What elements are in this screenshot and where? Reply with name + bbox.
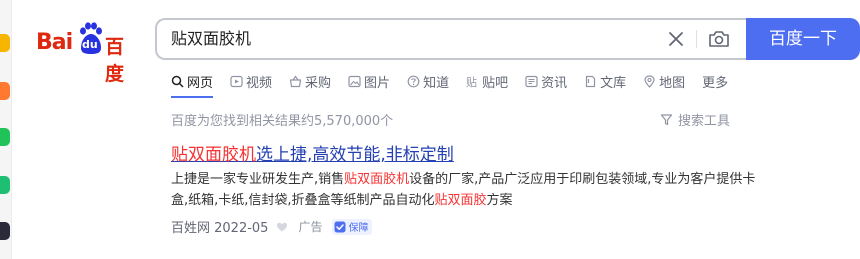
search-tabs: 网页 视频 采购 图片 知道 贴 贴吧 资讯 文库 地图 更多 bbox=[171, 70, 745, 100]
tab-web[interactable]: 网页 bbox=[171, 70, 214, 98]
logo-text-cn: 百度 bbox=[105, 36, 124, 85]
tab-zhidao[interactable]: 知道 bbox=[407, 70, 449, 92]
search-box bbox=[155, 18, 748, 60]
tieba-icon: 贴 bbox=[466, 75, 477, 88]
news-icon bbox=[525, 75, 538, 87]
logo-text-bai: Bai bbox=[36, 30, 73, 55]
image-icon bbox=[348, 75, 361, 87]
result-title-link[interactable]: 贴双面胶机选上捷,高效节能,非标定制 bbox=[171, 140, 454, 165]
tab-map[interactable]: 地图 bbox=[643, 70, 685, 92]
tab-label: 图片 bbox=[364, 75, 391, 91]
play-icon bbox=[230, 75, 243, 87]
tab-wenku[interactable]: 文库 bbox=[584, 70, 626, 92]
search-input[interactable] bbox=[171, 20, 651, 58]
tab-label: 文库 bbox=[600, 75, 627, 91]
search-tools-label: 搜索工具 bbox=[678, 114, 731, 129]
tab-purchase[interactable]: 采购 bbox=[289, 70, 331, 92]
svg-text:贴: 贴 bbox=[466, 75, 477, 88]
snippet-part: 方案 bbox=[486, 193, 513, 208]
app-icon-green[interactable] bbox=[0, 128, 10, 146]
title-rest: 选上捷,高效节能,非标定制 bbox=[256, 145, 454, 165]
tab-images[interactable]: 图片 bbox=[348, 70, 390, 92]
baidu-logo[interactable]: Bai du 百度 bbox=[36, 20, 140, 85]
tab-tieba[interactable]: 贴 贴吧 bbox=[466, 70, 508, 92]
ad-label: 广告 bbox=[298, 220, 323, 234]
snippet-highlight: 贴双面胶机 bbox=[344, 172, 410, 187]
result-meta: 百姓网 2022-05 广告 保障 bbox=[171, 217, 373, 236]
tab-label: 采购 bbox=[305, 75, 332, 91]
basket-icon bbox=[289, 74, 302, 87]
app-icon-dark[interactable] bbox=[0, 222, 10, 240]
search-icon bbox=[171, 75, 184, 88]
tab-label: 贴吧 bbox=[482, 75, 509, 91]
tab-news[interactable]: 资讯 bbox=[525, 70, 567, 92]
left-app-strip bbox=[0, 0, 12, 259]
doc-icon bbox=[586, 75, 596, 87]
app-icon-orange[interactable] bbox=[0, 82, 10, 100]
tab-label: 视频 bbox=[246, 75, 273, 91]
question-icon bbox=[407, 75, 420, 87]
app-icon-yellow[interactable] bbox=[0, 34, 10, 52]
shield-check-icon bbox=[334, 221, 346, 232]
search-tools-button[interactable]: 搜索工具 bbox=[660, 110, 730, 129]
funnel-icon bbox=[660, 114, 673, 126]
tab-label: 更多 bbox=[702, 75, 729, 91]
guarantee-badge[interactable]: 保障 bbox=[332, 218, 373, 235]
logo-text-du: du bbox=[82, 38, 98, 51]
map-pin-icon bbox=[644, 74, 655, 88]
result-count: 百度为您找到相关结果约5,570,000个 bbox=[171, 114, 394, 129]
clear-icon[interactable] bbox=[665, 28, 687, 50]
snippet-highlight: 贴双面胶 bbox=[434, 193, 487, 208]
result-snippet: 上捷是一家专业研发生产,销售贴双面胶机设备的厂家,产品广泛应用于印刷包装领域,专… bbox=[171, 169, 767, 211]
title-highlight: 贴双面胶机 bbox=[171, 145, 256, 165]
tab-label: 网页 bbox=[187, 75, 214, 91]
result-source[interactable]: 百姓网 2022-05 bbox=[171, 217, 268, 236]
heart-icon[interactable] bbox=[276, 221, 288, 233]
search-button[interactable]: 百度一下 bbox=[746, 18, 860, 60]
tab-label: 资讯 bbox=[541, 75, 568, 91]
camera-icon[interactable] bbox=[707, 27, 731, 51]
tab-label: 地图 bbox=[659, 75, 686, 91]
tab-label: 知道 bbox=[423, 75, 450, 91]
tab-video[interactable]: 视频 bbox=[230, 70, 272, 92]
snippet-part: 上捷是一家专业研发生产,销售 bbox=[171, 172, 345, 187]
app-icon-teal[interactable] bbox=[0, 176, 10, 194]
guarantee-label: 保障 bbox=[348, 223, 369, 234]
search-divider bbox=[696, 30, 697, 48]
tab-more[interactable]: 更多 bbox=[702, 70, 728, 92]
